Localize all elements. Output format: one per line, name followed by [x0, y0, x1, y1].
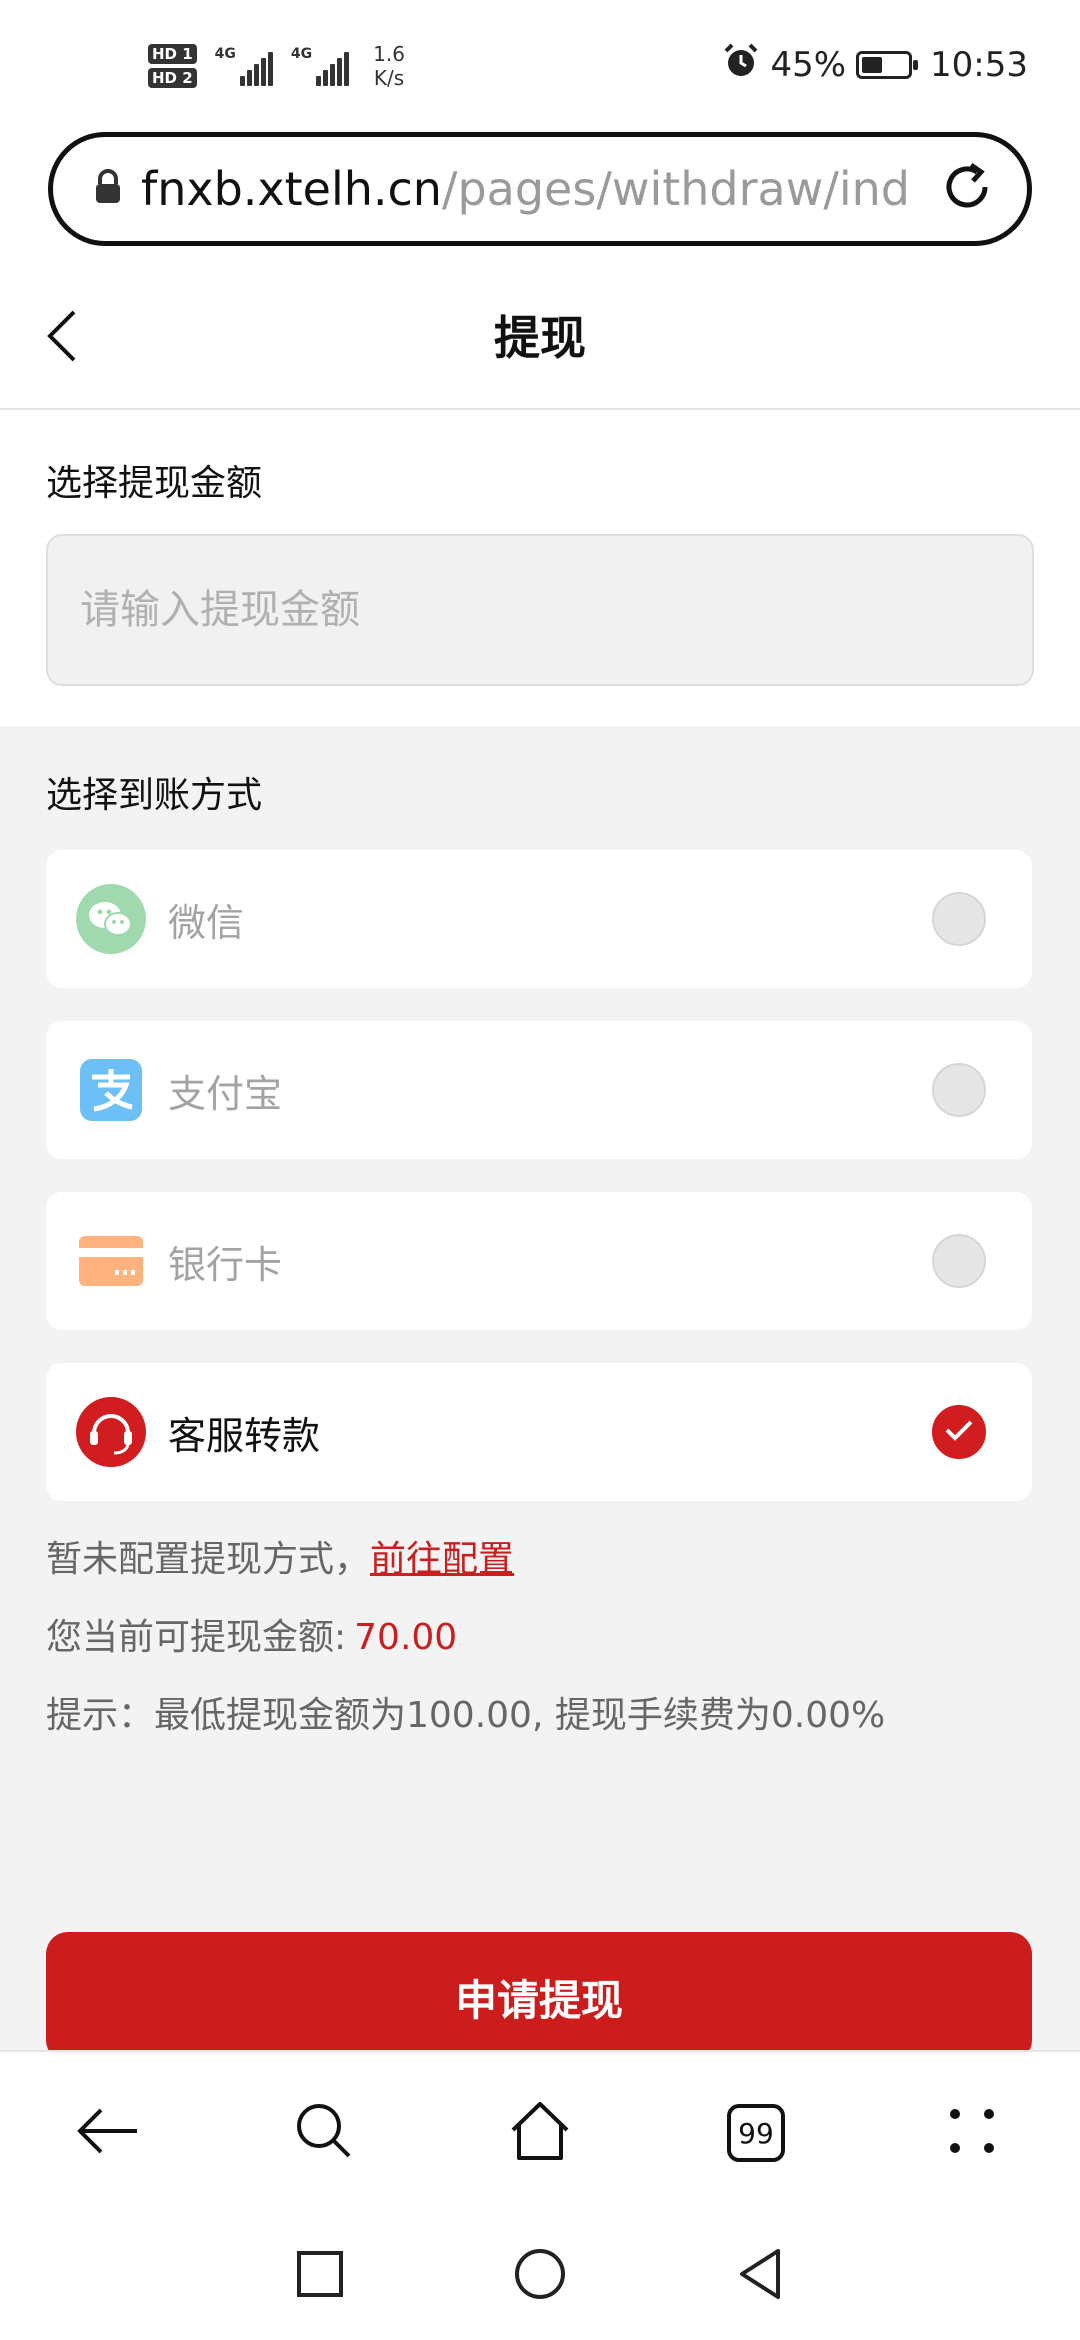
more-icon: [947, 2106, 997, 2160]
back-triangle-icon: [736, 2247, 784, 2305]
bank-card-icon: [76, 1226, 146, 1296]
method-alipay[interactable]: 支付宝: [46, 1021, 1032, 1159]
amount-section: 选择提现金额: [0, 410, 1080, 726]
hd-badges: HD 1 HD 2: [148, 44, 197, 88]
signal-strength-icon: 4G: [215, 46, 273, 86]
lock-icon: [93, 169, 123, 209]
status-bar: HD 1 HD 2 4G 4G 1.6 K/s 45% 10:53: [0, 0, 1080, 130]
system-navigation-bar: [0, 2212, 1080, 2340]
alarm-icon: [722, 42, 760, 89]
config-link[interactable]: 前往配置: [370, 1539, 514, 1580]
battery-charging-icon: [856, 51, 919, 79]
method-label: 选择到账方式: [46, 775, 263, 816]
url-host: fnxb.xtelh.cn: [141, 162, 442, 216]
browser-address-area: fnxb.xtelh.cn/pages/withdraw/ind: [0, 130, 1080, 268]
system-back-button[interactable]: [725, 2241, 795, 2311]
recents-icon: [296, 2250, 344, 2302]
radio-customer-service[interactable]: [932, 1405, 986, 1459]
home-icon: [507, 2098, 573, 2168]
method-label-alipay: 支付宝: [168, 1071, 283, 1116]
network-speed: 1.6 K/s: [373, 42, 405, 90]
back-button[interactable]: [32, 308, 92, 368]
method-customer-service[interactable]: 客服转款: [46, 1363, 1032, 1501]
browser-tabs-button[interactable]: 99: [711, 2088, 801, 2178]
recents-button[interactable]: [285, 2241, 355, 2311]
method-label-wechat: 微信: [168, 900, 245, 945]
method-bank-card[interactable]: 银行卡: [46, 1192, 1032, 1330]
wechat-icon: [76, 884, 146, 954]
page-header: 提现: [0, 268, 1080, 410]
config-notice: 暂未配置提现方式，前往配置: [46, 1530, 514, 1582]
config-notice-text: 暂未配置提现方式，: [46, 1539, 371, 1580]
status-right: 45% 10:53: [722, 40, 1028, 90]
amount-input[interactable]: [46, 534, 1034, 686]
radio-bank-card[interactable]: [932, 1234, 986, 1288]
radio-wechat[interactable]: [932, 892, 986, 946]
method-wechat[interactable]: 微信: [46, 850, 1032, 988]
available-amount: 您当前可提现金额: 70.00: [46, 1608, 457, 1660]
network-type-1: 4G: [214, 46, 236, 62]
tabs-count: 99: [738, 2116, 774, 2150]
reload-icon[interactable]: [937, 157, 997, 221]
network-type-2: 4G: [290, 46, 313, 62]
clock: 10:53: [930, 45, 1028, 85]
address-bar[interactable]: fnxb.xtelh.cn/pages/withdraw/ind: [48, 132, 1032, 246]
tabs-icon: 99: [727, 2104, 785, 2162]
browser-more-button[interactable]: [927, 2088, 1017, 2178]
method-label-customer-service: 客服转款: [168, 1413, 321, 1458]
back-arrow-icon: [75, 2106, 141, 2160]
chevron-left-icon: [42, 308, 82, 368]
page-title: 提现: [494, 311, 586, 365]
hd1-badge: HD 1: [148, 44, 197, 64]
available-value: 70.00: [354, 1617, 458, 1658]
search-icon: [293, 2100, 355, 2166]
system-home-button[interactable]: [505, 2241, 575, 2311]
checkmark-icon: [944, 1418, 974, 1446]
network-indicators: HD 1 HD 2 4G 4G 1.6 K/s: [148, 34, 405, 98]
browser-home-button[interactable]: [495, 2088, 585, 2178]
signal-strength-2-icon: 4G: [290, 46, 350, 86]
home-circle-icon: [513, 2247, 567, 2305]
available-label: 您当前可提现金额:: [46, 1617, 347, 1658]
amount-label: 选择提现金额: [46, 463, 263, 504]
browser-back-button[interactable]: [63, 2088, 153, 2178]
alipay-icon: [76, 1055, 146, 1125]
submit-withdraw-button[interactable]: 申请提现: [46, 1932, 1032, 2062]
radio-alipay[interactable]: [932, 1063, 986, 1117]
hd2-badge: HD 2: [148, 68, 197, 88]
speed-unit: K/s: [373, 66, 405, 90]
withdraw-hint: 提示：最低提现金额为100.00, 提现手续费为0.00%: [46, 1695, 886, 1736]
speed-value: 1.6: [373, 42, 405, 66]
url-path: /pages/withdraw/ind: [441, 162, 910, 216]
url-text[interactable]: fnxb.xtelh.cn/pages/withdraw/ind: [141, 162, 937, 216]
battery-percent: 45%: [770, 45, 847, 85]
browser-search-button[interactable]: [279, 2088, 369, 2178]
customer-service-icon: [76, 1397, 146, 1467]
browser-toolbar: 99: [0, 2050, 1080, 2214]
method-label-bank-card: 银行卡: [168, 1242, 283, 1287]
